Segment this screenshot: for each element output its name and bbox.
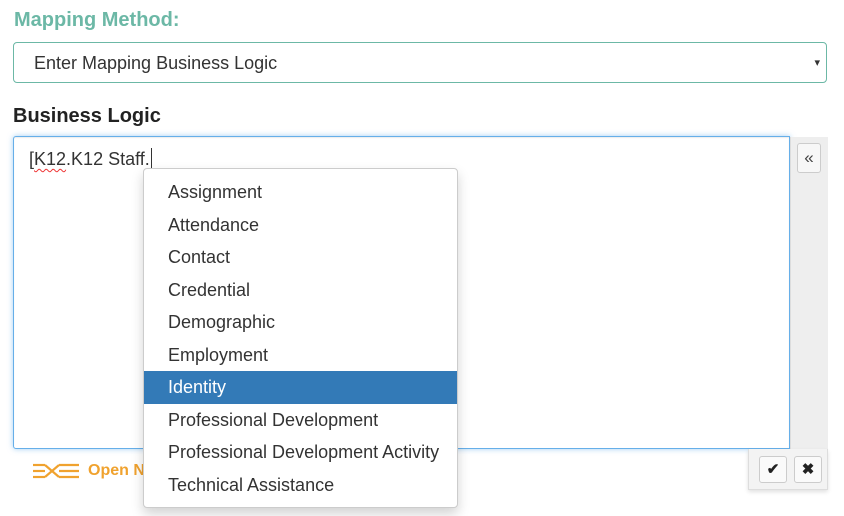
confirm-button[interactable]: ✔ [759,456,787,483]
business-logic-text: [K12.K12 Staff. [29,148,152,170]
ceds-logo-icon [33,463,79,479]
autocomplete-item[interactable]: Employment [144,339,457,372]
autocomplete-dropdown: Assignment Attendance Contact Credential Dem… [143,168,458,508]
autocomplete-item[interactable]: Demographic [144,306,457,339]
autocomplete-item[interactable]: Credential [144,274,457,307]
editor-action-bar: ✔ ✖ [748,449,828,490]
autocomplete-item[interactable]: Attendance [144,209,457,242]
autocomplete-item[interactable]: Assignment [144,176,457,209]
editor-text-rest: .K12 Staff. [66,149,150,169]
checkmark-icon: ✔ [766,461,780,478]
open-link-label: Open N [88,462,145,479]
open-ceds-link[interactable]: Open N [32,459,145,483]
autocomplete-list: Assignment Attendance Contact Credential Dem… [144,176,457,501]
text-cursor [150,148,152,168]
autocomplete-item[interactable]: Professional Development [144,404,457,437]
collapse-panel-button[interactable]: « [797,143,821,173]
mapping-method-select[interactable]: Enter Mapping Business Logic ▾ [13,42,827,83]
editor-side-panel [790,137,828,449]
double-chevron-left-icon: « [804,148,814,167]
close-icon: ✖ [801,461,815,478]
autocomplete-item[interactable]: Professional Development Activity [144,436,457,469]
business-logic-label: Business Logic [13,105,161,127]
mapping-method-label: Mapping Method: [14,9,180,31]
autocomplete-item[interactable]: Identity [144,371,457,404]
mapping-method-selected-value: Enter Mapping Business Logic [34,53,278,73]
autocomplete-item[interactable]: Technical Assistance [144,469,457,502]
editor-text-misspelled: K12 [34,149,67,169]
cancel-button[interactable]: ✖ [794,456,822,483]
caret-down-icon: ▾ [814,57,820,69]
autocomplete-item[interactable]: Contact [144,241,457,274]
